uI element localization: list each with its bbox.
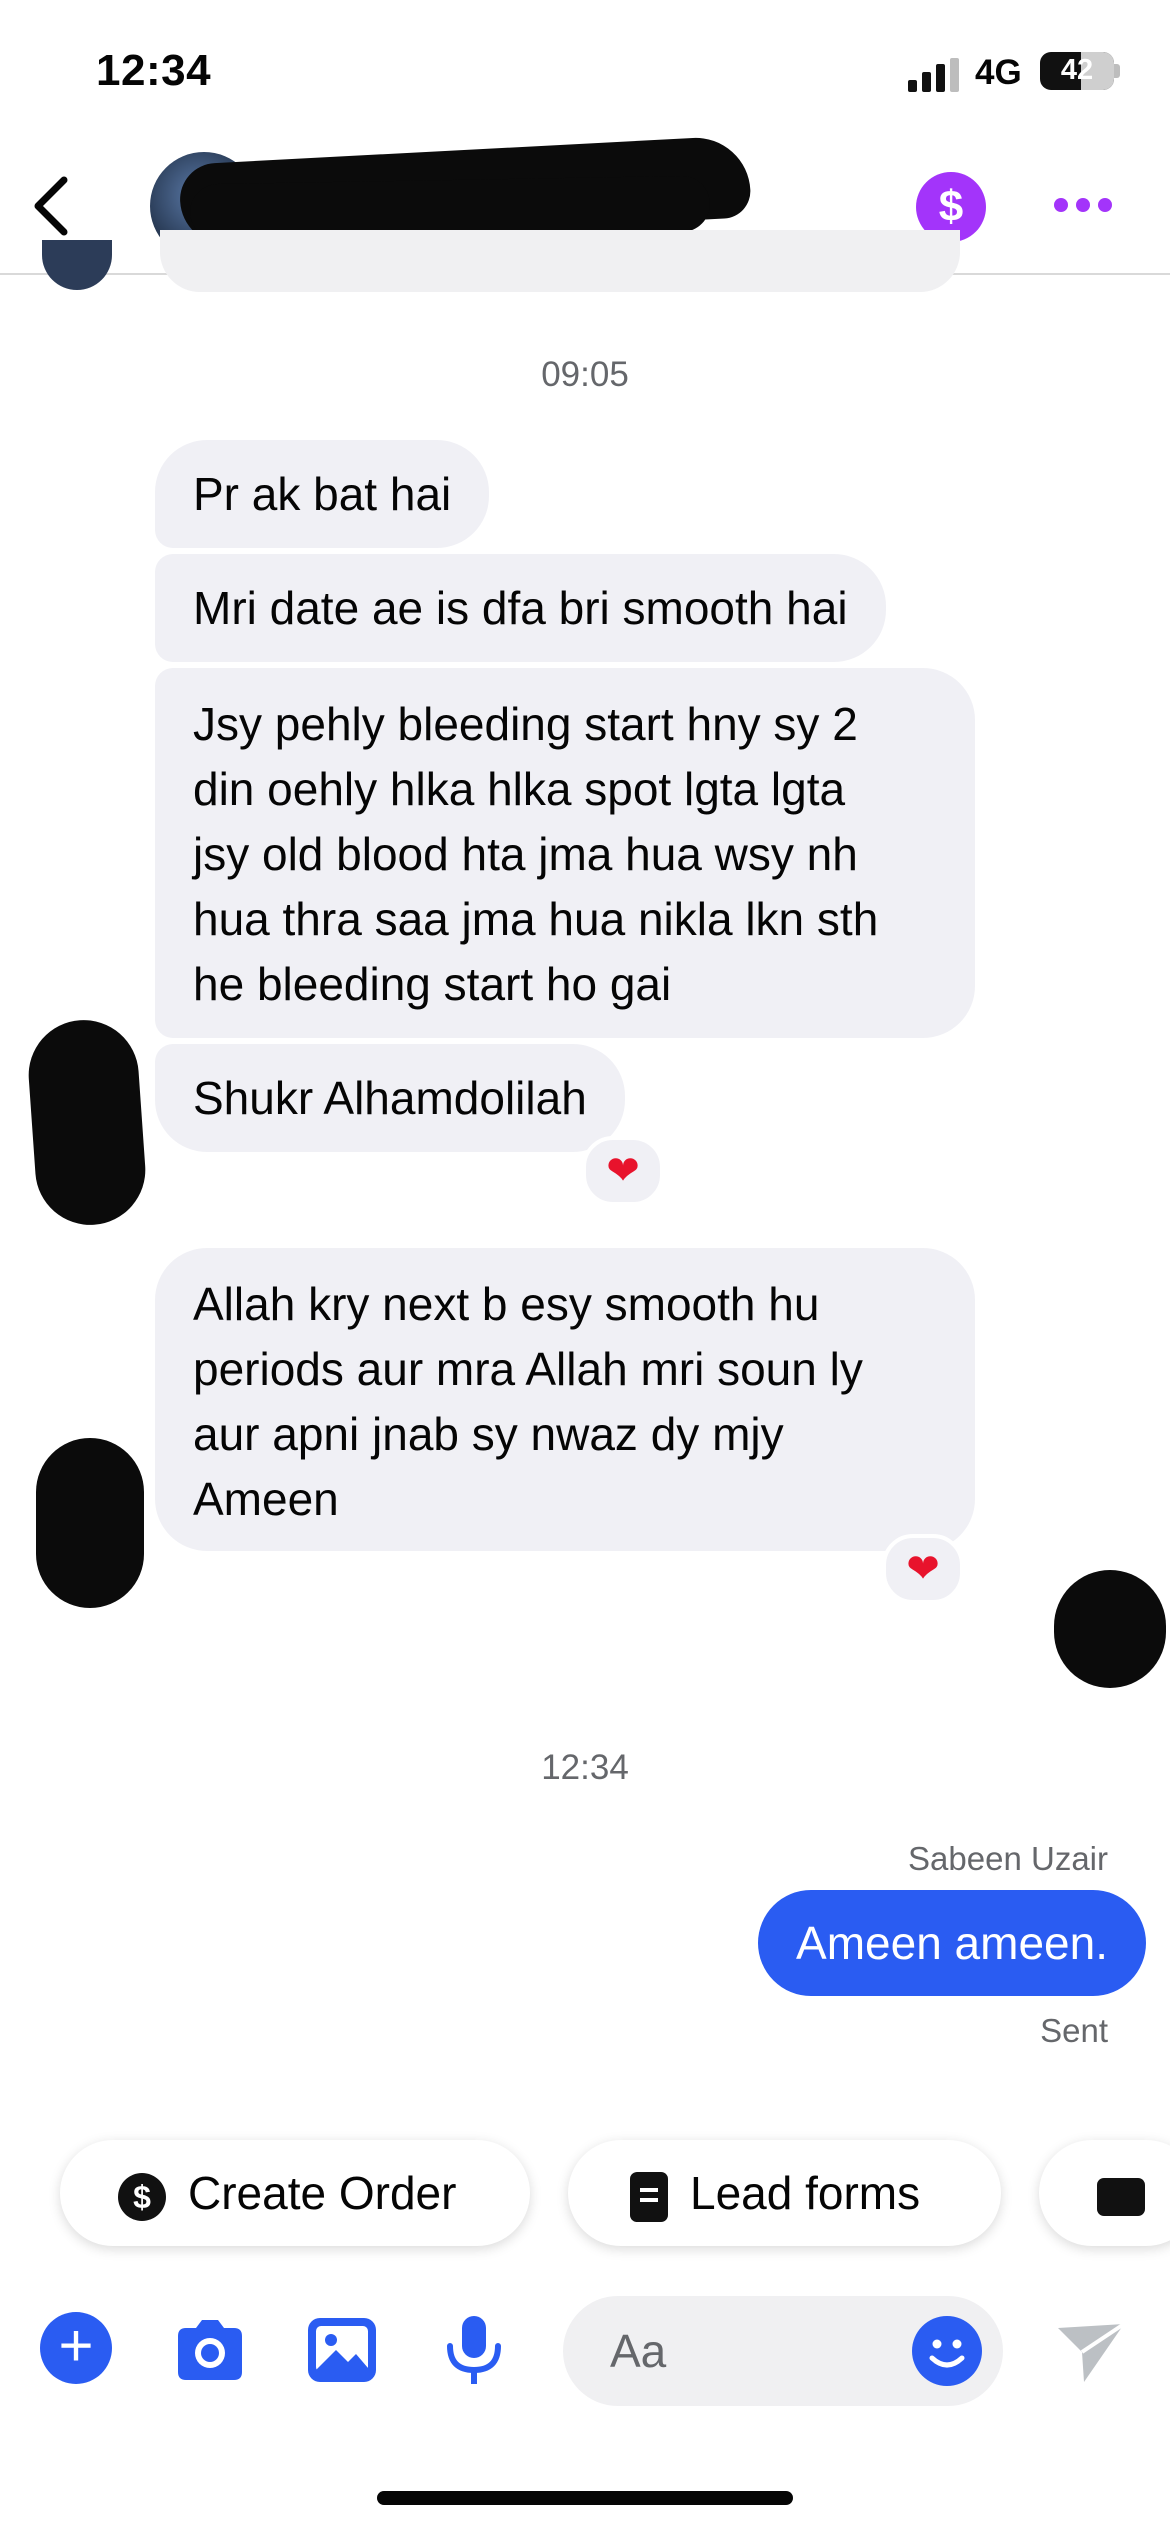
lead-forms-button[interactable]: Lead forms bbox=[568, 2140, 1001, 2246]
lead-forms-label: Lead forms bbox=[690, 2167, 921, 2219]
form-icon bbox=[630, 2171, 668, 2222]
emoji-icon[interactable] bbox=[912, 2316, 982, 2386]
create-order-button[interactable]: $ Create Order bbox=[60, 2140, 530, 2246]
message-input-placeholder: Aa bbox=[610, 2325, 667, 2377]
redacted-sender-avatar bbox=[24, 1016, 150, 1229]
incoming-message[interactable]: Jsy pehly bleeding start hny sy 2 din oe… bbox=[155, 668, 975, 1038]
previous-avatar bbox=[42, 240, 112, 290]
heart-reaction-icon[interactable]: ❤ bbox=[582, 1136, 664, 1206]
card-icon bbox=[1097, 2177, 1145, 2216]
redacted-read-receipt-avatar bbox=[1054, 1570, 1166, 1688]
incoming-message[interactable]: Allah kry next b esy smooth hu periods a… bbox=[155, 1248, 975, 1551]
microphone-icon[interactable] bbox=[436, 2312, 512, 2388]
card-action-button[interactable] bbox=[1039, 2140, 1170, 2246]
network-label: 4G bbox=[975, 53, 1022, 92]
delivery-status: Sent bbox=[1040, 2012, 1108, 2049]
signal-icon bbox=[908, 58, 960, 92]
timestamp: 12:34 bbox=[541, 1748, 629, 1787]
heart-reaction-icon[interactable]: ❤ bbox=[882, 1534, 964, 1604]
incoming-message[interactable]: Pr ak bat hai bbox=[155, 440, 490, 548]
send-icon[interactable] bbox=[1054, 2318, 1128, 2384]
message-text: Pr ak bat hai bbox=[193, 468, 452, 520]
sender-name: Sabeen Uzair bbox=[908, 1840, 1108, 1877]
outgoing-message[interactable]: Ameen ameen. bbox=[758, 1890, 1146, 1996]
message-text: Allah kry next b esy smooth hu periods a… bbox=[193, 1278, 863, 1525]
message-text: Shukr Alhamdolilah bbox=[193, 1072, 587, 1124]
more-icon[interactable] bbox=[1054, 196, 1114, 216]
incoming-message[interactable]: Shukr Alhamdolilah bbox=[155, 1044, 625, 1152]
previous-message-bubble bbox=[160, 230, 960, 292]
back-icon[interactable] bbox=[20, 166, 80, 246]
battery-tip bbox=[1114, 64, 1120, 78]
camera-icon[interactable] bbox=[172, 2312, 248, 2388]
message-text: Jsy pehly bleeding start hny sy 2 din oe… bbox=[193, 698, 879, 1010]
plus-icon[interactable]: + bbox=[40, 2312, 112, 2384]
redacted-sender-avatar bbox=[36, 1438, 144, 1608]
battery-icon: 42 bbox=[1040, 52, 1114, 90]
timestamp: 09:05 bbox=[541, 355, 629, 394]
dollar-icon: $ bbox=[118, 2172, 166, 2221]
create-order-label: Create Order bbox=[188, 2167, 457, 2219]
battery-level: 42 bbox=[1060, 54, 1094, 86]
status-time: 12:34 bbox=[96, 46, 212, 95]
message-text: Mri date ae is dfa bri smooth hai bbox=[193, 582, 848, 634]
incoming-message[interactable]: Mri date ae is dfa bri smooth hai bbox=[155, 554, 886, 662]
home-indicator bbox=[377, 2491, 793, 2505]
gallery-icon[interactable] bbox=[304, 2312, 380, 2388]
